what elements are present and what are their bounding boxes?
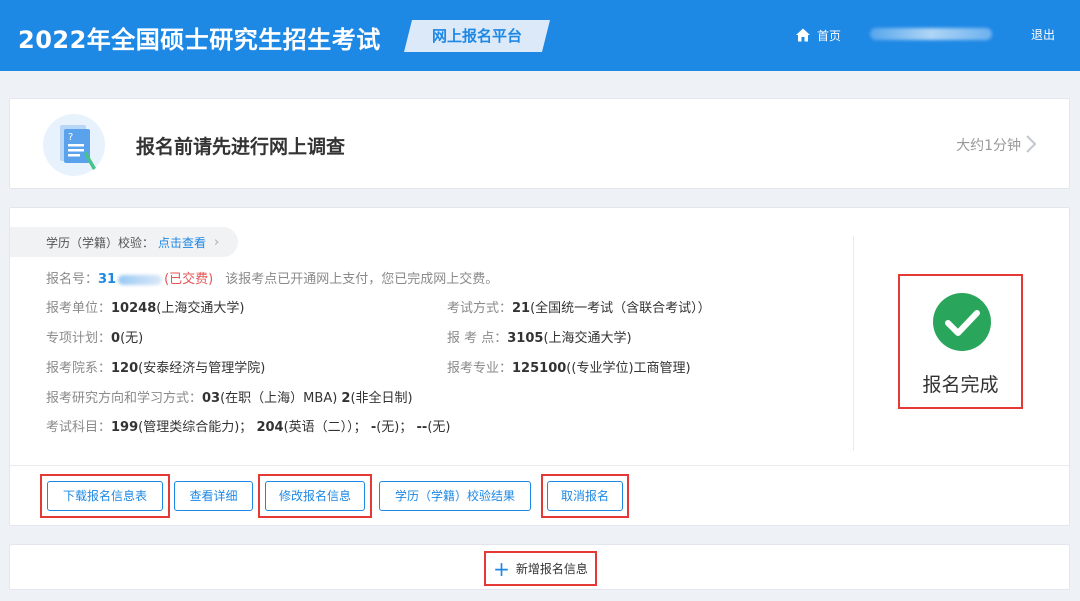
field-exam-mode-label: 考试方式： <box>447 301 513 316</box>
field-direction-code: 03 <box>202 391 221 406</box>
registration-status-box: 报名完成 <box>898 274 1023 409</box>
platform-label: 网上报名平台 <box>431 27 522 45</box>
field-exam-mode-code: 21 <box>512 301 531 316</box>
field-exam-site: 报 考 点：3105(上海交通大学) <box>447 327 632 346</box>
subject-2-name: (英语（二））； <box>283 420 367 435</box>
field-direction-label: 报考研究方向和学习方式： <box>46 391 203 406</box>
subject-1-code: 199 <box>111 420 139 435</box>
field-exam-site-code: 3105 <box>507 331 544 346</box>
field-subjects: 考试科目：199(管理类综合能力)； 204(英语（二））； -(无)； --(… <box>46 416 450 435</box>
field-special-plan-name: (无) <box>120 331 144 346</box>
survey-title: 报名前请先进行网上调查 <box>136 136 346 158</box>
field-exam-site-label: 报 考 点： <box>447 331 508 346</box>
survey-card[interactable]: ? 报名前请先进行网上调查 大约1分钟 <box>9 98 1070 189</box>
subject-1-name: (管理类综合能力)； <box>138 420 253 435</box>
cancel-registration-button[interactable]: 取消报名 <box>547 481 623 511</box>
field-department-name: (安泰经济与管理学院) <box>138 361 266 376</box>
subject-4-name: (无) <box>427 420 451 435</box>
field-major-label: 报考专业： <box>447 361 513 376</box>
chevron-right-icon: › <box>214 234 220 250</box>
field-direction-mode-name: (非全日制) <box>350 391 413 406</box>
verify-label: 学历（学籍）校验： <box>46 235 155 250</box>
plus-icon: + <box>493 556 510 581</box>
field-department: 报考院系：120(安泰经济与管理学院) <box>46 357 265 376</box>
add-registration-button[interactable]: + 新增报名信息 <box>484 551 597 586</box>
education-verify-result-button[interactable]: 学历（学籍）校验结果 <box>379 481 531 511</box>
field-exam-mode: 考试方式：21(全国统一考试（含联合考试）） <box>447 297 711 316</box>
field-exam-site-name: (上海交通大学) <box>543 331 632 346</box>
survey-document-icon: ? <box>43 114 105 176</box>
home-icon <box>796 28 810 42</box>
subject-2-code: 204 <box>256 420 284 435</box>
subject-4-code: -- <box>416 420 428 435</box>
field-unit-label: 报考单位： <box>46 301 112 316</box>
field-department-label: 报考院系： <box>46 361 112 376</box>
registration-number-row: 报名号：31 (已交费) 该报考点已开通网上支付，您已完成网上交费。 <box>46 268 498 287</box>
add-registration-label: 新增报名信息 <box>515 562 588 576</box>
field-unit-code: 10248 <box>111 301 157 316</box>
nav-home-label: 首页 <box>817 28 842 43</box>
field-unit: 报考单位：10248(上海交通大学) <box>46 297 244 316</box>
payment-note: 该报考点已开通网上支付，您已完成网上交费。 <box>225 272 499 287</box>
education-verify-pill: 学历（学籍）校验： 点击查看 › <box>10 227 238 257</box>
field-major-name: ((专业学位)工商管理) <box>566 361 691 376</box>
field-direction-name: (在职（上海）MBA) <box>220 391 338 406</box>
platform-badge: 网上报名平台 <box>404 20 550 52</box>
field-major-code: 125100 <box>512 361 567 376</box>
reg-no-label: 报名号： <box>46 272 99 287</box>
field-major: 报考专业：125100((专业学位)工商管理) <box>447 357 691 376</box>
download-registration-form-button[interactable]: 下载报名信息表 <box>47 481 163 511</box>
registration-status-text: 报名完成 <box>922 374 999 396</box>
field-special-plan-label: 专项计划： <box>46 331 112 346</box>
field-special-plan: 专项计划：0(无) <box>46 327 143 346</box>
view-details-button[interactable]: 查看详细 <box>174 481 253 511</box>
site-title: 2022年全国硕士研究生招生考试 <box>18 26 381 54</box>
add-registration-card: + 新增报名信息 <box>9 544 1070 590</box>
field-exam-mode-name: (全国统一考试（含联合考试）） <box>530 301 711 316</box>
field-special-plan-code: 0 <box>111 331 121 346</box>
top-header: 2022年全国硕士研究生招生考试 网上报名平台 首页 退出 <box>0 0 1080 71</box>
field-direction: 报考研究方向和学习方式：03(在职（上海）MBA) 2(非全日制) <box>46 387 413 406</box>
horizontal-divider <box>10 465 1069 466</box>
subject-3-name: (无)； <box>376 420 413 435</box>
field-department-code: 120 <box>111 361 139 376</box>
nav-home-link[interactable]: 首页 <box>795 26 841 44</box>
vertical-divider <box>853 236 854 451</box>
field-subjects-label: 考试科目： <box>46 420 112 435</box>
chevron-right-icon[interactable] <box>1025 134 1037 154</box>
registration-card: 学历（学籍）校验： 点击查看 › 报名号：31 (已交费) 该报考点已开通网上支付，… <box>9 207 1070 526</box>
survey-duration: 大约1分钟 <box>956 138 1021 154</box>
reg-no-value: 31 <box>98 272 117 287</box>
check-circle-icon <box>933 293 991 351</box>
payment-status: (已交费) <box>164 272 214 287</box>
logout-link[interactable]: 退出 <box>1031 26 1055 43</box>
svg-text:?: ? <box>68 132 73 143</box>
reg-no-redacted <box>118 274 163 285</box>
field-unit-name: (上海交通大学) <box>156 301 245 316</box>
modify-registration-button[interactable]: 修改报名信息 <box>265 481 365 511</box>
user-name-redacted <box>870 28 992 40</box>
verify-view-link[interactable]: 点击查看 <box>158 234 206 251</box>
